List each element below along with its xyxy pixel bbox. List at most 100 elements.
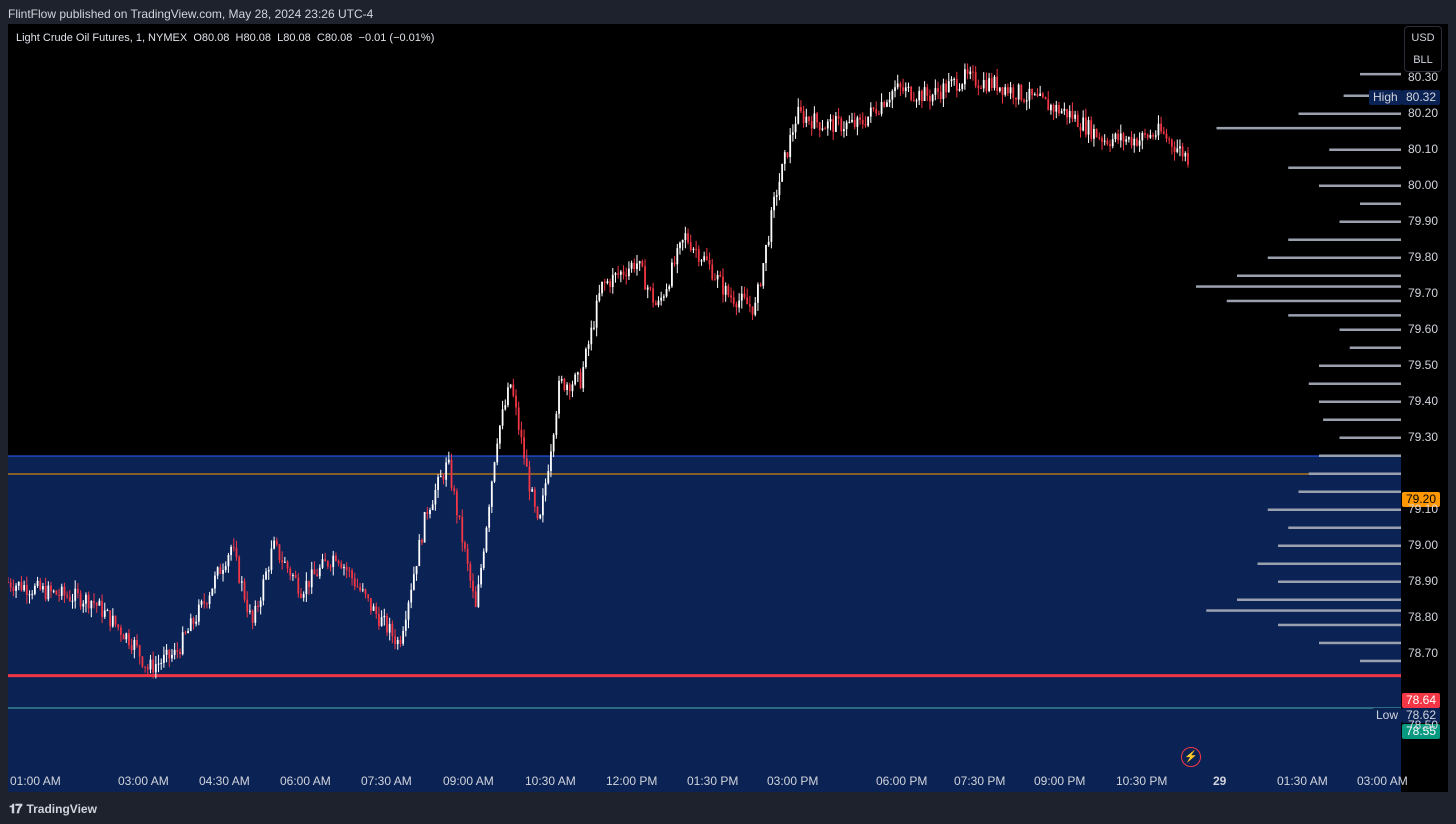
candle-body <box>738 300 741 308</box>
price-chart[interactable] <box>8 24 1448 792</box>
volume-profile-bar-23 <box>1308 472 1401 475</box>
candle-body <box>727 285 730 296</box>
candle-body <box>243 581 246 600</box>
y-axis-label: 79.60 <box>1408 322 1439 336</box>
x-axis-label: 04:30 AM <box>199 774 250 788</box>
candle-body <box>861 119 864 125</box>
candle-body <box>856 117 859 127</box>
candle-body <box>1162 131 1165 134</box>
candle-body <box>1149 134 1152 138</box>
candle-body <box>168 649 171 659</box>
candle-body <box>953 78 956 80</box>
candle-body <box>826 121 829 129</box>
candle-body <box>711 264 714 280</box>
candle-body <box>93 600 95 604</box>
candle-body <box>851 119 853 122</box>
currency-label[interactable]: USD <box>1405 27 1441 49</box>
y-axis-label: 78.50 <box>1408 718 1439 732</box>
candle-body <box>246 599 249 612</box>
candle-body <box>840 118 843 132</box>
candle-body <box>76 588 79 594</box>
candle-body <box>149 659 152 670</box>
candle-body <box>789 134 792 158</box>
candle-body <box>103 610 106 617</box>
y-axis-label: 78.90 <box>1408 574 1439 588</box>
candle-body <box>759 284 762 286</box>
symbol-name[interactable]: Light Crude Oil Futures, 1, NYMEX <box>16 32 187 44</box>
candle-body <box>894 87 896 92</box>
candle-body <box>254 605 257 623</box>
candle-body <box>1133 138 1136 146</box>
candle-body <box>966 69 969 75</box>
candle-body <box>657 300 660 306</box>
candle-body <box>1095 128 1098 138</box>
candle-body <box>316 574 319 577</box>
high-tag-value: 80.32 <box>1402 90 1441 105</box>
candle-body <box>423 512 426 543</box>
unit-label[interactable]: BLL <box>1405 49 1441 71</box>
volume-profile-bar-0 <box>1360 72 1401 76</box>
candle-body <box>144 666 146 668</box>
y-axis-label: 80.10 <box>1408 142 1439 156</box>
candle-body <box>1130 137 1133 146</box>
candle-body <box>993 76 996 88</box>
candle-body <box>165 649 168 655</box>
candle-body <box>633 262 636 270</box>
candle-body <box>313 569 316 575</box>
candle-body <box>869 107 872 117</box>
candle-body <box>407 602 410 620</box>
candle-body <box>230 546 232 556</box>
y-axis-label: 79.00 <box>1408 538 1439 552</box>
candle-body <box>520 429 523 438</box>
chart-area[interactable]: Light Crude Oil Futures, 1, NYMEX O80.08… <box>8 24 1448 792</box>
candle-body <box>649 287 652 289</box>
candle-body <box>996 76 999 91</box>
candle-body <box>980 87 982 89</box>
candle-body <box>990 78 993 88</box>
candle-body <box>12 587 15 591</box>
candle-body <box>152 659 155 673</box>
volume-profile-bar-24 <box>1298 490 1401 493</box>
flash-icon[interactable]: ⚡ <box>1181 747 1201 767</box>
candle-body <box>442 476 445 480</box>
candle-body <box>504 405 507 410</box>
candle-body <box>566 384 568 390</box>
candle-body <box>203 601 206 604</box>
publisher-header: FlintFlow published on TradingView.com, … <box>8 7 374 21</box>
y-axis-label: 79.10 <box>1408 502 1439 516</box>
x-axis-label: 07:30 AM <box>361 774 412 788</box>
candle-body <box>660 297 663 301</box>
candle-body <box>904 87 907 92</box>
candle-body <box>1047 99 1050 111</box>
candle-body <box>329 566 332 568</box>
candle-body <box>773 196 775 211</box>
symbol-legend[interactable]: Light Crude Oil Futures, 1, NYMEX O80.08… <box>16 32 434 44</box>
candle-body <box>568 384 571 392</box>
candle-body <box>447 459 450 463</box>
y-axis-label: 79.40 <box>1408 394 1439 408</box>
candle-body <box>703 256 706 261</box>
y-axis-label: 80.00 <box>1408 178 1439 192</box>
candle-body <box>628 268 630 277</box>
candle-body <box>910 86 913 100</box>
x-axis-label: 10:30 AM <box>525 774 576 788</box>
candle-body <box>498 425 501 444</box>
volume-profile-bar-31 <box>1206 609 1401 612</box>
candle-body <box>676 248 679 265</box>
volume-profile-bar-2 <box>1298 112 1401 115</box>
candle-body <box>770 210 773 242</box>
tradingview-brand[interactable]: 𝟏𝟕 TradingView <box>9 801 97 817</box>
candle-body <box>509 384 512 388</box>
candle-body <box>162 654 165 663</box>
candle-body <box>477 584 480 607</box>
candle-body <box>1087 120 1090 135</box>
candle-body <box>601 281 603 294</box>
x-axis-label: 06:00 PM <box>876 774 928 788</box>
currency-unit-box[interactable]: USD BLL <box>1404 26 1442 72</box>
candle-body <box>969 71 972 75</box>
candle-body <box>582 367 585 389</box>
candle-body <box>219 567 222 574</box>
candle-body <box>214 575 216 589</box>
volume-profile-bar-16 <box>1349 346 1401 349</box>
candle-body <box>130 645 133 650</box>
